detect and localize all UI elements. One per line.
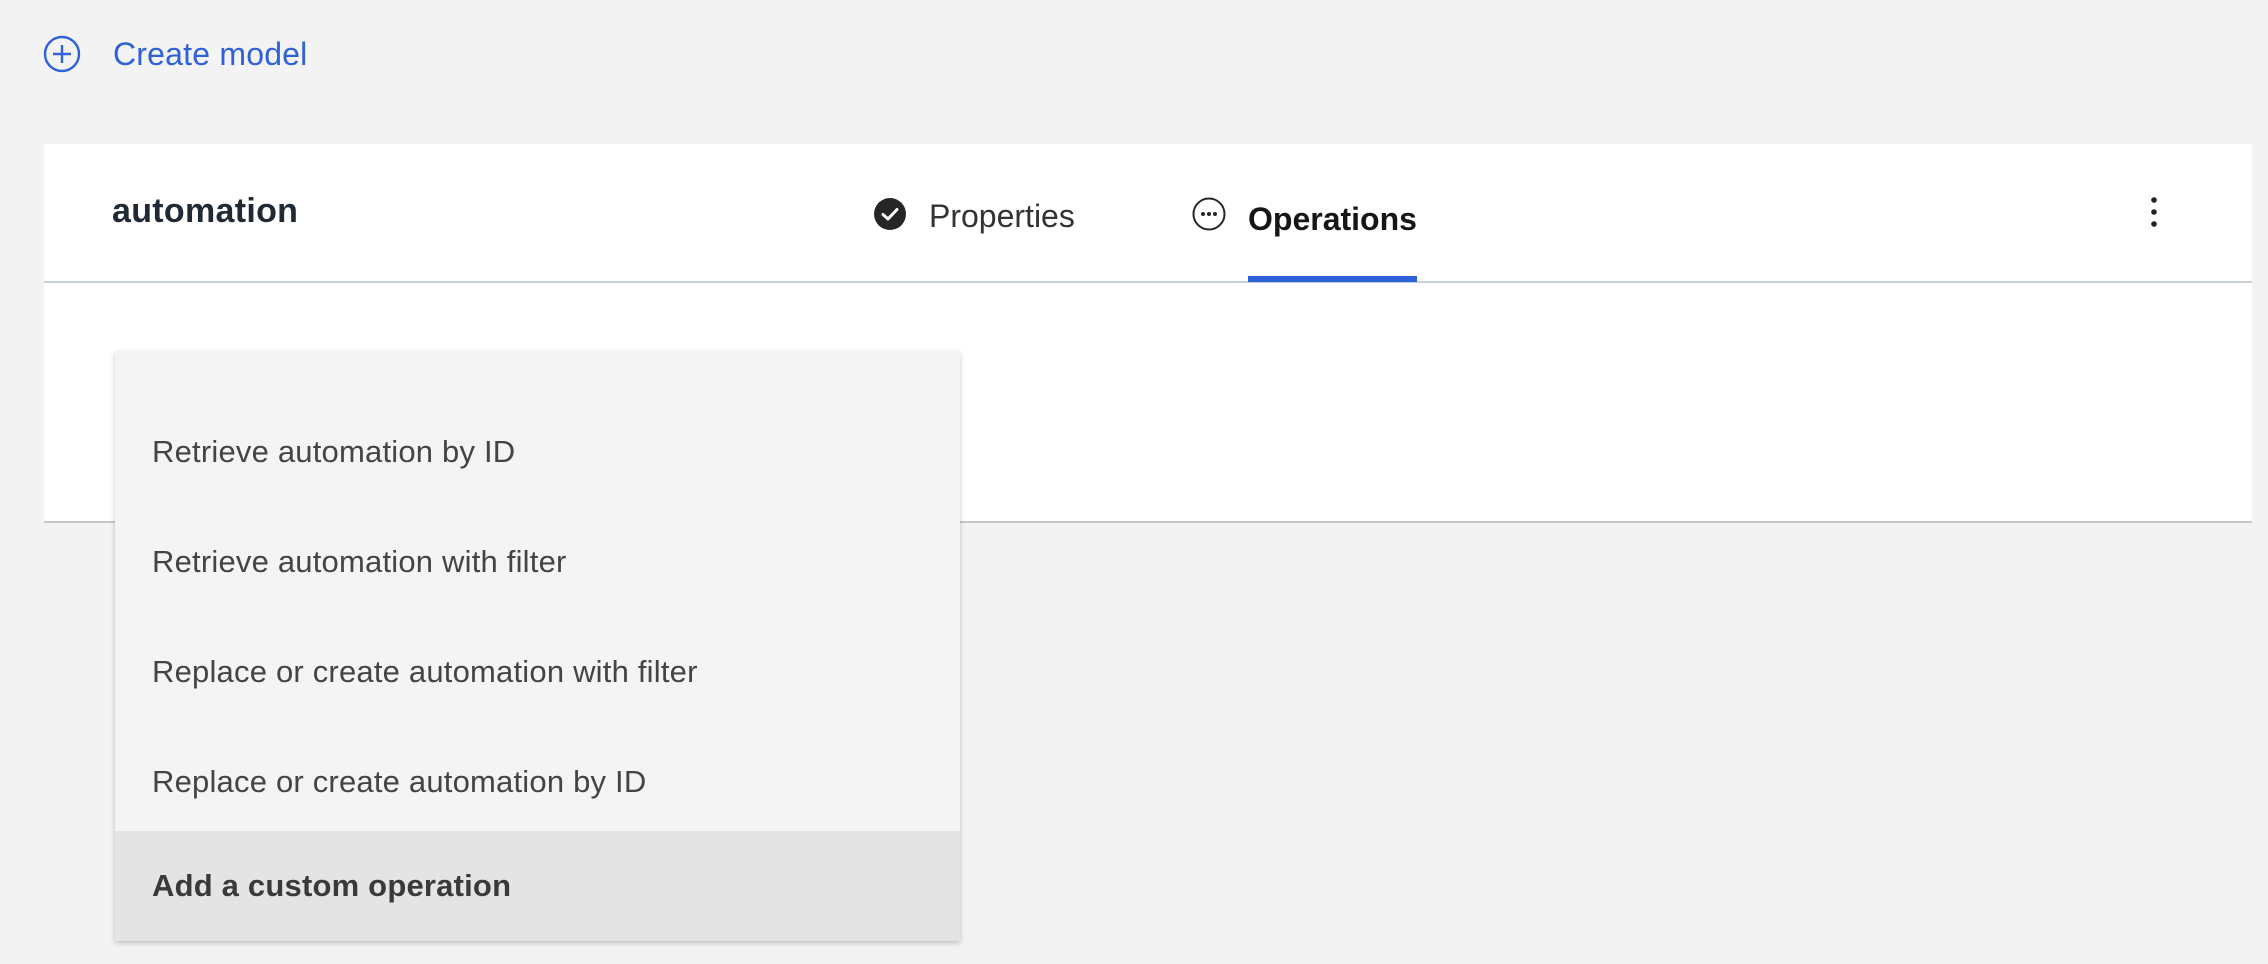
- create-model-label: Create model: [113, 36, 308, 72]
- tab-operations[interactable]: Operations: [1192, 144, 1417, 283]
- active-tab-indicator: [1248, 276, 1417, 282]
- menu-item-retrieve-by-id[interactable]: Retrieve automation by ID: [115, 397, 960, 507]
- more-circle-icon: [1192, 197, 1226, 230]
- menu-item-replace-by-id[interactable]: Replace or create automation by ID: [115, 727, 960, 837]
- menu-item-replace-with-filter[interactable]: Replace or create automation with filter: [115, 617, 960, 727]
- tab-operations-label: Operations: [1248, 144, 1417, 283]
- card-header: automation Properties Operations: [44, 144, 2252, 283]
- tab-properties[interactable]: Properties: [873, 144, 1075, 283]
- checkmark-filled-icon: [874, 197, 906, 230]
- menu-item-add-custom-operation[interactable]: Add a custom operation: [115, 831, 960, 941]
- tab-properties-label: Properties: [929, 198, 1075, 234]
- operations-dropdown-menu: Retrieve automation by ID Retrieve autom…: [115, 351, 960, 941]
- overflow-menu-vertical-icon[interactable]: [2142, 192, 2166, 232]
- menu-item-retrieve-with-filter[interactable]: Retrieve automation with filter: [115, 507, 960, 617]
- model-title: automation: [112, 192, 299, 230]
- create-model-link[interactable]: Create model: [42, 32, 308, 76]
- add-circle-icon: [43, 35, 81, 73]
- tab-operations-text: Operations: [1248, 201, 1417, 237]
